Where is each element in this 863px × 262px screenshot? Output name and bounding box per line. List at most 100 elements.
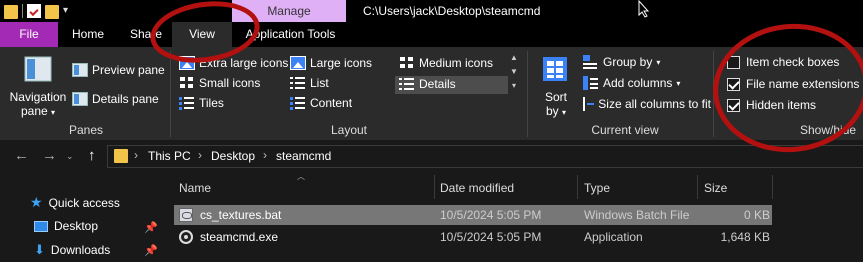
navigation-pane: ★ Quick access Desktop 📌 ⬇ Downloads 📌 (0, 173, 162, 262)
content-label: Content (310, 96, 353, 110)
layout-small-icons[interactable]: Small icons (179, 76, 260, 90)
file-row[interactable]: steamcmd.exe 10/5/2024 5:05 PM Applicati… (174, 227, 772, 247)
details-pane-button[interactable]: Details pane (72, 92, 159, 106)
file-size: 0 KB (743, 208, 770, 222)
recent-locations-chevron-icon[interactable]: ⌄ (66, 151, 74, 162)
gallery-up-icon[interactable]: ▲ (509, 51, 519, 65)
preview-pane-label: Preview pane (92, 63, 165, 77)
sort-by-label: Sort (544, 90, 567, 104)
group-by-button[interactable]: Group by ▾ (583, 55, 660, 69)
column-divider[interactable] (577, 175, 578, 199)
tab-home[interactable]: Home (68, 22, 108, 47)
layout-medium-icons[interactable]: Medium icons (399, 56, 493, 70)
tiles-icon (179, 96, 195, 110)
item-check-boxes-checkbox[interactable] (727, 55, 740, 69)
quick-access-toolbar: ▾ (4, 3, 68, 19)
item-check-boxes-toggle[interactable]: Item check boxes (727, 55, 839, 69)
nav-downloads[interactable]: ⬇ Downloads (34, 242, 110, 258)
navigation-pane-icon (24, 56, 52, 82)
column-header-size[interactable]: Size (704, 181, 727, 195)
tiles-label: Tiles (199, 96, 224, 110)
nav-desktop[interactable]: Desktop (34, 219, 98, 233)
customize-toolbar-icon[interactable]: ▾ (63, 4, 68, 18)
breadcrumb-chevron-icon[interactable]: › (134, 148, 138, 162)
breadcrumb-chevron-icon[interactable]: › (198, 148, 202, 162)
list-icon (290, 76, 306, 90)
layout-gallery-scroll[interactable]: ▲ ▼ ▾ (509, 51, 519, 113)
up-arrow-icon[interactable]: ↑ (88, 147, 96, 164)
details-label: Details (419, 77, 456, 91)
properties-icon[interactable] (27, 4, 41, 18)
address-bar[interactable]: › This PC › Desktop › steamcmd (107, 145, 863, 168)
layout-tiles[interactable]: Tiles (179, 96, 224, 110)
breadcrumb-chevron-icon[interactable]: › (263, 148, 267, 162)
toolbar-divider (22, 4, 23, 18)
new-folder-icon[interactable] (45, 5, 59, 19)
nav-downloads-label: Downloads (50, 243, 111, 257)
group-label-panes: Panes (68, 123, 104, 137)
sort-by-icon (543, 57, 567, 81)
layout-extra-large-icons[interactable]: Extra large icons (179, 56, 288, 70)
breadcrumb-this-pc[interactable]: This PC (148, 149, 191, 163)
content-icon (290, 96, 306, 110)
column-header-date-modified[interactable]: Date modified (440, 181, 514, 195)
layout-large-icons[interactable]: Large icons (290, 56, 372, 70)
group-label-show-hide: Show/hide (800, 123, 857, 137)
tab-share[interactable]: Share (130, 22, 162, 47)
add-columns-button[interactable]: Add columns ▾ (583, 76, 680, 90)
extra-large-icons-icon (179, 56, 195, 70)
ribbon-tab-row: File Home Share View Application Tools (0, 22, 863, 47)
group-divider (527, 51, 528, 137)
file-name-extensions-checkbox[interactable] (727, 77, 740, 91)
folder-icon[interactable] (4, 5, 18, 19)
hidden-items-toggle[interactable]: Hidden items (727, 98, 816, 112)
file-date: 10/5/2024 5:05 PM (440, 230, 542, 244)
details-pane-label: Details pane (92, 92, 159, 106)
navigation-pane-button[interactable]: Navigation pane ▾ (6, 90, 70, 120)
file-name-extensions-toggle[interactable]: File name extensions (727, 77, 859, 91)
extra-large-icons-label: Extra large icons (199, 56, 289, 70)
file-name-extensions-label: File name extensions (746, 77, 860, 91)
large-icons-label: Large icons (310, 56, 373, 70)
layout-content[interactable]: Content (290, 96, 352, 110)
medium-icons-label: Medium icons (419, 56, 494, 70)
breadcrumb-desktop[interactable]: Desktop (211, 149, 255, 163)
nav-quick-access-label: Quick access (48, 195, 120, 210)
large-icons-icon (290, 56, 306, 70)
forward-arrow-icon[interactable]: → (42, 147, 57, 164)
size-all-columns-button[interactable]: Size all columns to fit (583, 97, 711, 111)
navigation-pane-label: Navigation (9, 90, 67, 104)
manage-context-tab[interactable]: Manage (232, 0, 346, 22)
pin-icon[interactable]: 📌 (144, 221, 158, 234)
tab-application-tools[interactable]: Application Tools (243, 22, 338, 47)
column-header-type[interactable]: Type (584, 181, 610, 195)
sort-by-button[interactable]: Sort by ▾ (536, 90, 576, 120)
column-header-name[interactable]: Name (179, 181, 211, 195)
layout-list[interactable]: List (290, 76, 329, 90)
file-row[interactable]: cs_textures.bat 10/5/2024 5:05 PM Window… (174, 205, 772, 225)
column-divider[interactable] (434, 175, 435, 199)
dropdown-arrow-icon: ▾ (676, 78, 681, 88)
back-arrow-icon[interactable]: ← (14, 147, 29, 164)
nav-quick-access[interactable]: ★ Quick access (30, 194, 120, 211)
column-divider[interactable] (772, 175, 773, 199)
navigation-bar: ← → ⌄ ↑ › This PC › Desktop › steamcmd (0, 140, 863, 173)
pin-icon[interactable]: 📌 (144, 244, 158, 257)
sort-indicator-icon: ︿ (297, 172, 305, 181)
column-divider[interactable] (697, 175, 698, 199)
hidden-items-checkbox[interactable] (727, 98, 740, 112)
layout-details[interactable]: Details (399, 77, 456, 91)
item-check-boxes-label: Item check boxes (746, 55, 840, 69)
gallery-down-icon[interactable]: ▼ (509, 65, 519, 79)
file-name: cs_textures.bat (200, 208, 282, 222)
tab-file[interactable]: File (0, 22, 58, 47)
preview-pane-icon (72, 63, 88, 77)
details-pane-icon (72, 92, 88, 106)
preview-pane-button[interactable]: Preview pane (72, 63, 165, 77)
hidden-items-label: Hidden items (746, 98, 817, 112)
breadcrumb-steamcmd[interactable]: steamcmd (276, 149, 331, 163)
gallery-more-icon[interactable]: ▾ (509, 79, 519, 93)
details-icon (399, 77, 415, 91)
tab-view[interactable]: View (172, 22, 232, 47)
group-label-current-view: Current view (591, 123, 659, 137)
